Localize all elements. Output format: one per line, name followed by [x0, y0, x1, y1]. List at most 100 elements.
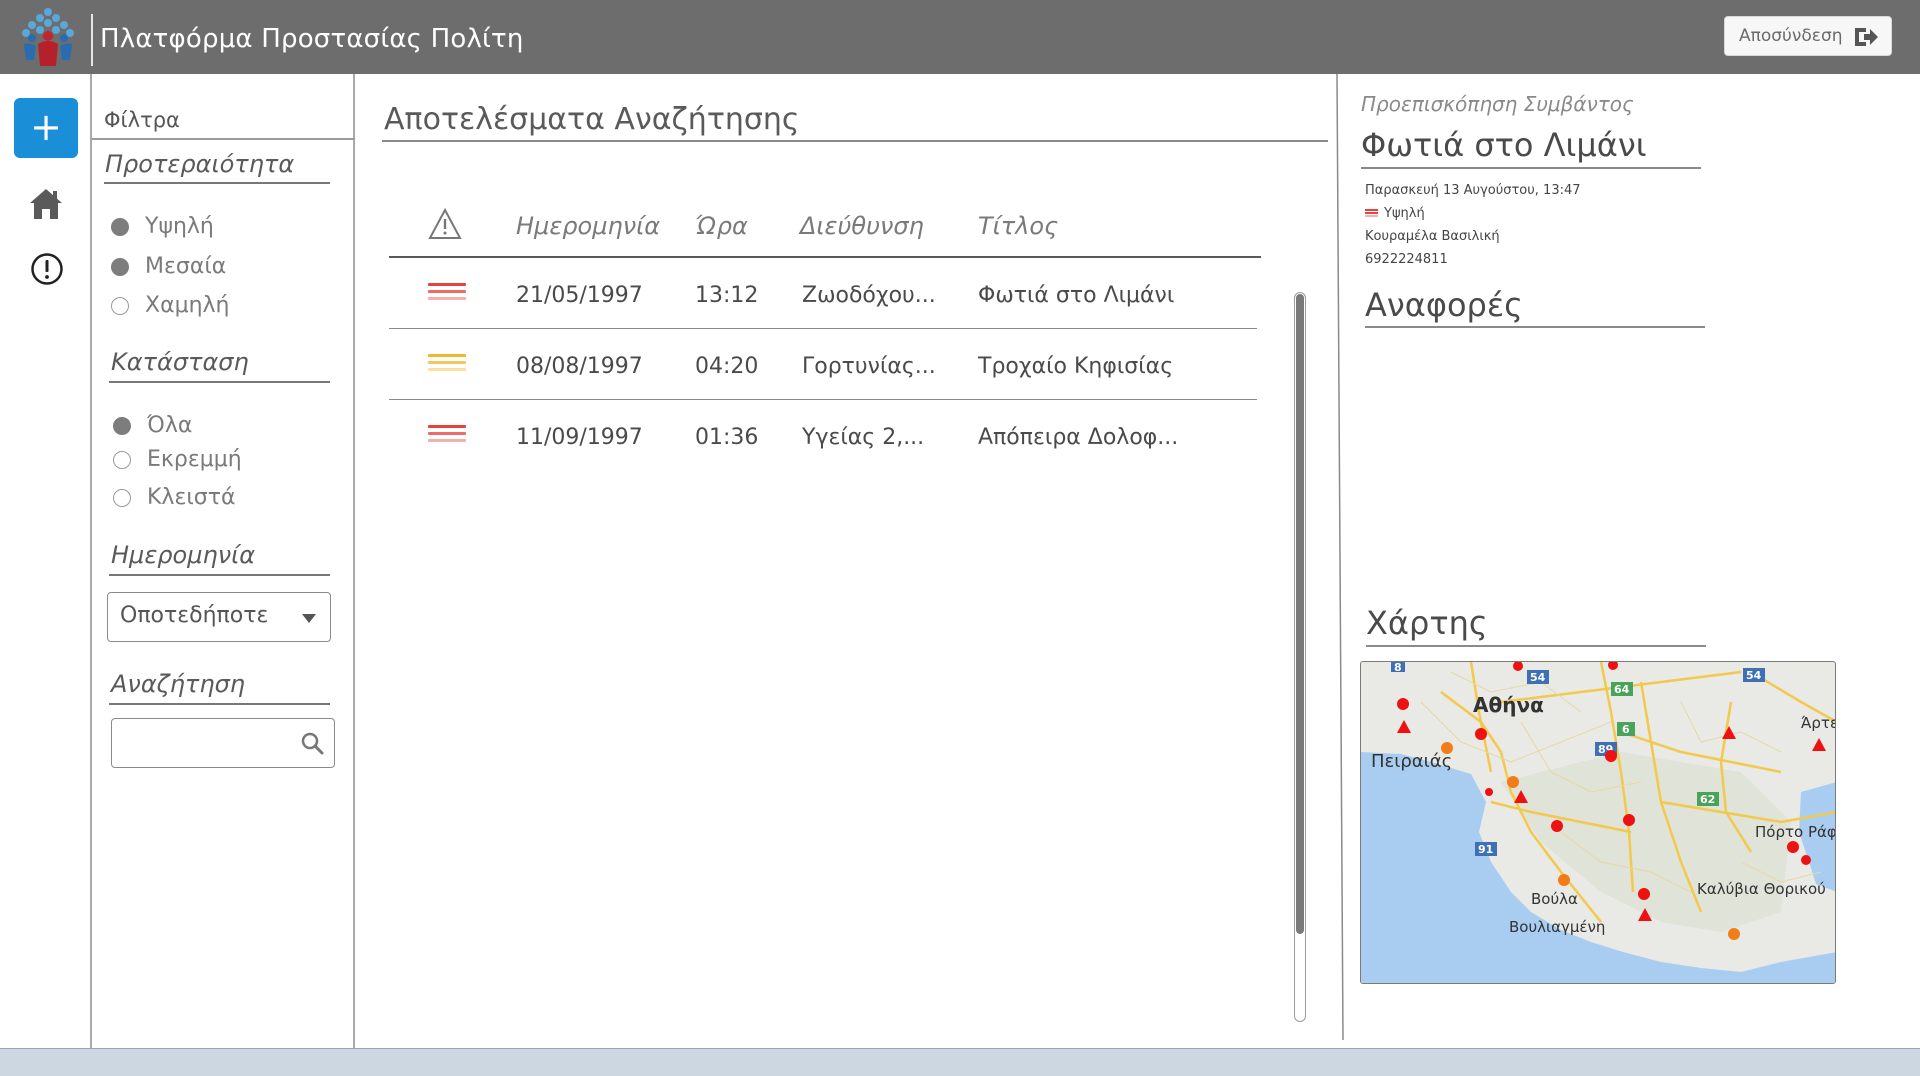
preview-priority: Υψηλή [1365, 206, 1425, 221]
logout-icon [1855, 28, 1878, 46]
table-row[interactable]: 21/05/1997 13:12 Ζωοδόχου... Φωτιά στο Λ… [389, 259, 1257, 329]
filters-divider [92, 138, 355, 140]
date-select[interactable]: Οποτεδήποτε [107, 592, 331, 642]
reports-underline [1365, 326, 1705, 328]
svg-text:54: 54 [1746, 669, 1762, 682]
date-heading: Ημερομηνία [111, 541, 256, 569]
scrollbar-thumb[interactable] [1296, 294, 1304, 934]
priority-option-label: Μεσαία [145, 254, 227, 279]
priority-option-low[interactable]: Χαμηλή [111, 293, 229, 318]
app-logo [22, 8, 74, 66]
results-title: Αποτελέσματα Αναζήτησης [384, 102, 800, 137]
search-heading: Αναζήτηση [111, 670, 245, 698]
map-label-vouliagmeni: Βουλιαγμένη [1509, 918, 1605, 936]
status-bar [0, 1048, 1920, 1076]
priority-option-label: Χαμηλή [145, 293, 230, 318]
app-title: Πλατφόρμα Προστασίας Πολίτη [100, 24, 524, 54]
svg-text:91: 91 [1478, 843, 1493, 856]
preview-priority-label: Υψηλή [1384, 206, 1425, 221]
priority-high-icon [1365, 209, 1378, 218]
map-label-kalyvia: Καλύβια Θορικού [1697, 880, 1826, 898]
column-header-time[interactable]: Ώρα [695, 212, 748, 240]
home-icon[interactable] [28, 186, 64, 222]
radio-unselected[interactable] [111, 296, 129, 315]
map-label-porto-rafti: Πόρτο Ράφτη [1755, 823, 1836, 841]
row-date: 21/05/1997 [516, 283, 643, 308]
radio-unselected[interactable] [113, 450, 131, 469]
status-heading: Κατάσταση [111, 348, 249, 376]
logout-button[interactable]: Αποσύνδεση [1724, 16, 1892, 56]
preview-datetime: Παρασκευή 13 Αυγούστου, 13:47 [1365, 183, 1581, 198]
row-address: Ζωοδόχου... [802, 283, 936, 308]
svg-text:8: 8 [1394, 662, 1402, 674]
svg-text:64: 64 [1614, 683, 1630, 696]
column-header-address[interactable]: Διεύθυνση [800, 212, 924, 240]
svg-text:6: 6 [1622, 723, 1630, 736]
search-underline [109, 703, 330, 705]
priority-high-icon [428, 283, 466, 305]
column-header-date[interactable]: Ημερομηνία [516, 212, 660, 240]
search-icon[interactable] [300, 731, 324, 755]
map-label-piraeus: Πειραιάς [1371, 751, 1452, 772]
priority-high-icon [428, 425, 466, 447]
status-option-label: Όλα [147, 413, 193, 438]
row-address: Γορτυνίας... [802, 354, 936, 379]
row-date: 11/09/1997 [516, 425, 643, 450]
map-label-artemi: Άρτεμη [1801, 714, 1836, 732]
row-title: Τροχαίο Κηφισίας [978, 354, 1174, 379]
top-bar: Πλατφόρμα Προστασίας Πολίτη Αποσύνδεση [0, 0, 1920, 74]
priority-option-medium[interactable]: Μεσαία [111, 254, 226, 279]
radio-unselected[interactable] [113, 488, 131, 507]
priority-option-label: Υψηλή [145, 214, 214, 239]
results-divider [382, 140, 1328, 142]
row-time: 13:12 [695, 283, 759, 308]
search-input[interactable] [111, 718, 335, 768]
map-underline [1366, 645, 1706, 647]
preview-title-underline [1361, 167, 1701, 169]
filters-panel: Φίλτρα Προτεραιότητα Υψηλή Μεσαία Χαμηλή… [92, 74, 355, 1048]
status-option-label: Κλειστά [147, 485, 236, 510]
priority-heading: Προτεραιότητα [105, 150, 295, 178]
row-date: 08/08/1997 [516, 354, 643, 379]
date-underline [109, 574, 330, 576]
radio-selected[interactable] [113, 416, 131, 435]
filters-title: Φίλτρα [104, 108, 180, 132]
left-rail: + [0, 74, 92, 1048]
preview-label: Προεπισκόπηση Συμβάντος [1361, 92, 1634, 116]
status-option-label: Εκρεμμή [147, 447, 242, 472]
priority-option-high[interactable]: Υψηλή [111, 214, 214, 239]
table-row[interactable]: 08/08/1997 04:20 Γορτυνίας... Τροχαίο Κη… [389, 330, 1257, 400]
preview-reporter: Κουραμέλα Βασιλική [1365, 229, 1500, 244]
priority-underline [104, 182, 330, 184]
map-label-athens: Αθήνα [1473, 693, 1544, 717]
add-incident-button[interactable]: + [14, 98, 78, 158]
table-row[interactable]: 11/09/1997 01:36 Υγείας 2,... Απόπειρα Δ… [389, 401, 1257, 471]
reports-heading: Αναφορές [1365, 286, 1523, 324]
warning-icon [428, 208, 462, 239]
logo-separator [91, 14, 93, 66]
status-option-pending[interactable]: Εκρεμμή [113, 447, 242, 472]
priority-medium-icon [428, 354, 466, 376]
status-option-closed[interactable]: Κλειστά [113, 485, 235, 510]
row-title: Απόπειρα Δολοφ... [978, 425, 1179, 450]
svg-text:54: 54 [1530, 671, 1546, 684]
status-option-all[interactable]: Όλα [113, 413, 192, 438]
chevron-down-icon [302, 614, 316, 623]
date-select-value: Οποτεδήποτε [120, 603, 269, 628]
row-time: 04:20 [695, 354, 759, 379]
row-time: 01:36 [695, 425, 759, 450]
radio-selected[interactable] [111, 217, 129, 236]
row-address: Υγείας 2,... [802, 425, 925, 450]
column-header-title[interactable]: Τίτλος [978, 212, 1058, 240]
map-label-voula: Βούλα [1531, 890, 1578, 908]
alert-icon[interactable] [30, 252, 64, 286]
radio-selected[interactable] [111, 257, 129, 276]
results-scrollbar[interactable] [1294, 292, 1306, 1022]
preview-phone: 6922224811 [1365, 252, 1448, 267]
incident-preview-panel: Προεπισκόπηση Συμβάντος Φωτιά στο Λιμάνι… [1335, 74, 1920, 1048]
incident-map[interactable]: 8 54 54 64 6 89 62 91 Αθήνα Πειραιάς Βού… [1360, 661, 1836, 984]
svg-text:62: 62 [1700, 793, 1715, 806]
preview-title: Φωτιά στο Λιμάνι [1361, 126, 1647, 164]
preview-divider [1336, 74, 1344, 1040]
table-header-divider [389, 256, 1261, 258]
